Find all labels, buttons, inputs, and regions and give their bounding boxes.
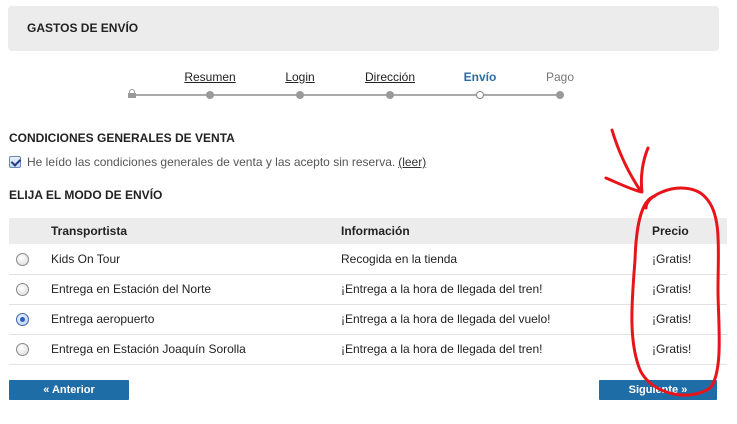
carrier-name: Entrega en Estación del Norte	[51, 274, 341, 305]
agree-label: He leído las condiciones generales de ve…	[27, 155, 396, 169]
annotation-arrow	[604, 128, 650, 194]
header-info: Información	[341, 218, 652, 244]
agree-checkbox[interactable]	[9, 156, 21, 168]
step-login[interactable]: Login	[285, 70, 314, 84]
conditions-title: CONDICIONES GENERALES DE VENTA	[9, 131, 235, 145]
carrier-price: ¡Gratis!	[652, 304, 727, 335]
carrier-table: Transportista Información Precio Kids On…	[9, 218, 727, 365]
carrier-name: Entrega aeropuerto	[51, 304, 341, 335]
lock-icon	[128, 89, 136, 98]
next-button[interactable]: Siguiente »	[599, 380, 717, 400]
step-envio: Envío	[463, 70, 497, 84]
step-dot-current	[476, 91, 484, 99]
carrier-info: ¡Entrega a la hora de llegada del tren!	[341, 334, 652, 365]
previous-button[interactable]: « Anterior	[9, 380, 129, 400]
header-carrier: Transportista	[51, 218, 341, 244]
checkout-steps: Resumen Login Dirección Envío Pago	[128, 70, 574, 100]
carrier-name: Kids On Tour	[51, 244, 341, 275]
table-row[interactable]: Entrega en Estación Joaquín Sorolla ¡Ent…	[9, 334, 727, 365]
table-row[interactable]: Entrega aeropuerto ¡Entrega a la hora de…	[9, 304, 727, 335]
page-header: GASTOS DE ENVÍO	[8, 6, 719, 51]
carrier-radio[interactable]	[16, 343, 29, 357]
step-direccion[interactable]: Dirección	[365, 70, 415, 84]
step-resumen[interactable]: Resumen	[184, 70, 235, 84]
carrier-name: Entrega en Estación Joaquín Sorolla	[51, 334, 341, 365]
table-header-row: Transportista Información Precio	[9, 218, 727, 244]
header-price: Precio	[652, 218, 727, 244]
page-title: GASTOS DE ENVÍO	[27, 21, 139, 35]
carrier-price: ¡Gratis!	[652, 244, 727, 275]
steps-progress-line	[131, 94, 561, 96]
read-conditions-link[interactable]: (leer)	[398, 155, 426, 169]
carrier-info: ¡Entrega a la hora de llegada del tren!	[341, 274, 652, 305]
carrier-info: Recogida en la tienda	[341, 244, 652, 275]
step-pago: Pago	[545, 70, 575, 84]
step-dot	[206, 91, 214, 99]
step-dot	[556, 91, 564, 99]
carrier-radio-selected[interactable]	[16, 313, 29, 327]
table-row[interactable]: Entrega en Estación del Norte ¡Entrega a…	[9, 274, 727, 305]
shipping-title: ELIJA EL MODO DE ENVÍO	[9, 188, 163, 202]
step-dot	[296, 91, 304, 99]
carrier-radio[interactable]	[16, 252, 29, 266]
step-dot	[386, 91, 394, 99]
carrier-price: ¡Gratis!	[652, 334, 727, 365]
agree-row: He leído las condiciones generales de ve…	[9, 155, 426, 169]
carrier-radio[interactable]	[16, 283, 29, 297]
carrier-info: ¡Entrega a la hora de llegada del vuelo!	[341, 304, 652, 335]
carrier-price: ¡Gratis!	[652, 274, 727, 305]
table-row[interactable]: Kids On Tour Recogida en la tienda ¡Grat…	[9, 244, 727, 275]
